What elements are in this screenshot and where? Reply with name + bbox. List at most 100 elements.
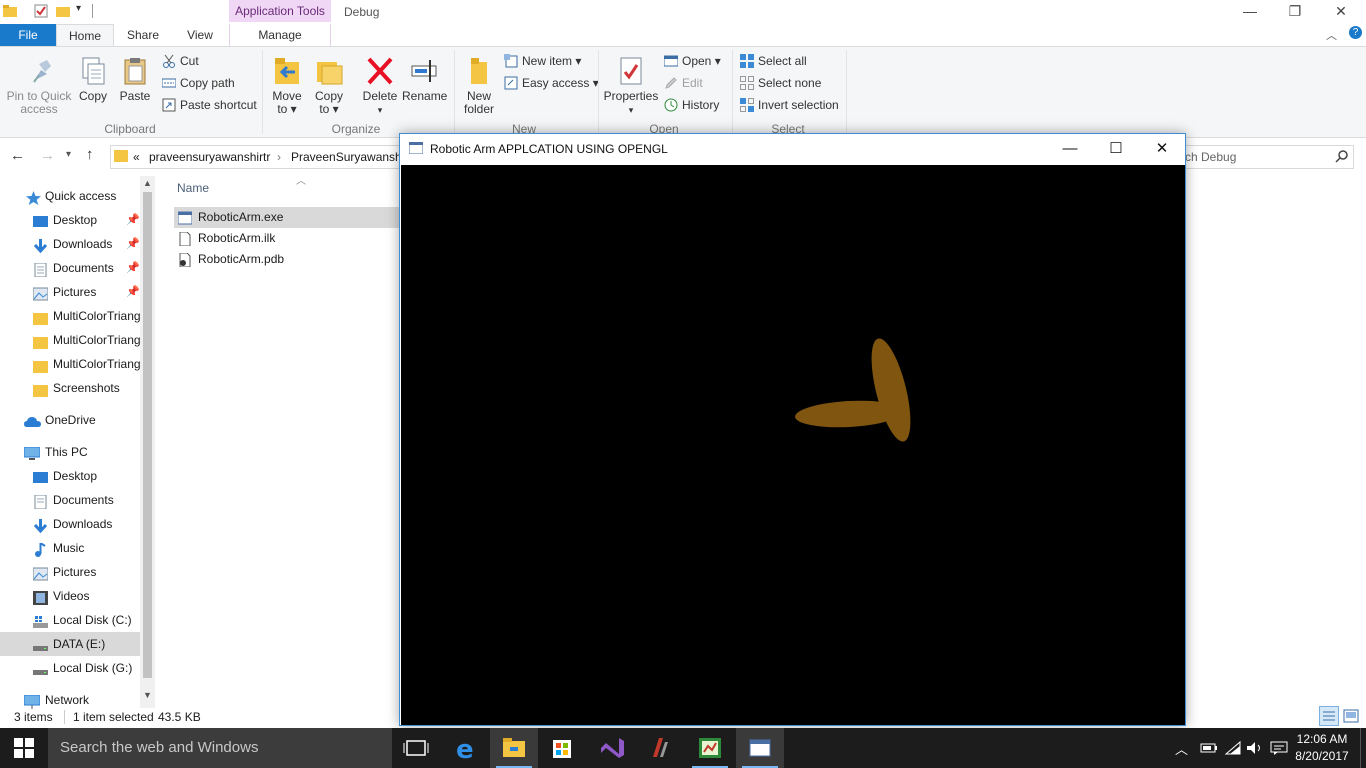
new-item-button[interactable]: New item ▾ [504, 52, 581, 72]
copy-button[interactable]: Copy [76, 56, 110, 103]
history-button[interactable]: History [664, 96, 719, 116]
tab-home[interactable]: Home [56, 24, 114, 46]
nav-pc-downloads[interactable]: Downloads [0, 512, 140, 536]
file-row[interactable]: RoboticArm.ilk [174, 228, 399, 249]
cut-button[interactable]: Cut [162, 52, 199, 72]
new-folder-icon[interactable] [56, 4, 70, 18]
app-maximize-icon[interactable]: ☐ [1093, 134, 1139, 164]
nav-network[interactable]: Network [0, 688, 140, 712]
search-box[interactable]: ch Debug [1176, 145, 1354, 169]
battery-icon[interactable] [1200, 740, 1218, 759]
new-folder-button[interactable]: New folder [458, 56, 500, 116]
nav-pc-pictures[interactable]: Pictures [0, 560, 140, 584]
properties-label: Properties [603, 89, 659, 103]
scroll-up-icon[interactable]: ▲ [143, 178, 152, 188]
nav-pc-local-disk-c[interactable]: Local Disk (C:) [0, 608, 140, 632]
volume-icon[interactable] [1246, 740, 1264, 759]
nav-qa-documents[interactable]: Documents 📌 [0, 256, 140, 280]
nav-qa-folder[interactable]: MultiColorTriang [0, 304, 140, 328]
nav-pc-data-e[interactable]: DATA (E:) [0, 632, 140, 656]
edit-button[interactable]: Edit [664, 74, 703, 94]
media-app-icon[interactable] [636, 728, 684, 768]
restore-icon[interactable]: ❐ [1272, 0, 1318, 22]
delete-button[interactable]: Delete ▾ [360, 56, 400, 117]
windows-start-icon[interactable] [14, 738, 34, 761]
properties-dropdown-icon[interactable]: ▾ [629, 105, 634, 115]
robotic-arm-taskbar-icon[interactable] [736, 728, 784, 768]
customize-qat-icon[interactable]: ▾ [76, 3, 81, 14]
file-row[interactable]: RoboticArm.exe [174, 207, 399, 228]
nav-pc-videos[interactable]: Videos [0, 584, 140, 608]
show-hidden-icons-icon[interactable]: ︿ [1175, 739, 1188, 758]
forward-button[interactable]: → [40, 147, 55, 164]
scroll-down-icon[interactable]: ▼ [143, 690, 152, 700]
tab-manage[interactable]: Manage [229, 24, 331, 46]
nav-qa-pictures[interactable]: Pictures 📌 [0, 280, 140, 304]
copy-to-button[interactable]: Copy to ▾ [310, 56, 348, 116]
select-all-button[interactable]: Select all [740, 52, 807, 72]
nav-label: Downloads [53, 237, 113, 251]
select-none-button[interactable]: Select none [740, 74, 821, 94]
nav-qa-screenshots[interactable]: Screenshots [0, 376, 140, 400]
rename-button[interactable]: Rename [402, 56, 447, 103]
file-row[interactable]: RoboticArm.pdb [174, 249, 399, 270]
back-button[interactable]: ← [10, 147, 25, 164]
column-header-name[interactable]: Name [177, 181, 209, 195]
show-desktop-button[interactable] [1360, 728, 1366, 768]
nav-qa-desktop[interactable]: Desktop 📌 [0, 208, 140, 232]
input-indicator-icon[interactable] [1270, 740, 1288, 759]
pin-to-quick-access-button[interactable]: Pin to Quick access [4, 56, 74, 116]
properties-button[interactable]: Properties ▾ [602, 56, 660, 117]
nav-scrollbar-thumb[interactable] [143, 192, 152, 678]
nav-pc-local-disk-g[interactable]: Local Disk (G:) [0, 656, 140, 680]
nav-pc-desktop[interactable]: Desktop [0, 464, 140, 488]
wifi-icon[interactable] [1224, 740, 1242, 759]
nav-quick-access[interactable]: Quick access [0, 184, 140, 208]
task-view-button[interactable] [392, 728, 440, 768]
file-explorer-taskbar-icon[interactable] [490, 728, 538, 768]
nav-qa-downloads[interactable]: Downloads 📌 [0, 232, 140, 256]
minimize-icon[interactable]: — [1227, 0, 1273, 22]
details-view-button[interactable] [1319, 706, 1339, 726]
recent-locations-icon[interactable]: ▾ [66, 149, 71, 160]
up-button[interactable]: ↑ [86, 146, 94, 163]
copy-path-label: Copy path [180, 76, 235, 90]
collapse-ribbon-icon[interactable]: ︿ [1326, 27, 1337, 43]
address-bar[interactable]: « praveensuryawanshirtr › PraveenSuryawa… [110, 145, 406, 169]
robotic-arm-window[interactable]: Robotic Arm APPLCATION USING OPENGL — ☐ … [399, 133, 1186, 726]
nav-pc-music[interactable]: Music [0, 536, 140, 560]
breadcrumb-project-folder[interactable]: PraveenSuryawanshi [291, 150, 404, 164]
tab-view[interactable]: View [172, 24, 228, 46]
tab-file[interactable]: File [0, 24, 56, 46]
address-overflow[interactable]: « [133, 150, 140, 164]
app-minimize-icon[interactable]: — [1047, 134, 1093, 164]
taskbar-search-box[interactable]: Search the web and Windows [48, 728, 392, 768]
opengl-canvas[interactable] [401, 165, 1185, 725]
delete-dropdown-icon[interactable]: ▾ [378, 105, 383, 115]
paste-shortcut-button[interactable]: Paste shortcut [162, 96, 257, 116]
close-icon[interactable]: ✕ [1318, 0, 1364, 22]
breadcrumb-separator-icon: › [277, 150, 281, 164]
nav-onedrive[interactable]: OneDrive [0, 408, 140, 432]
edge-browser-icon[interactable]: e [442, 728, 490, 768]
nav-qa-folder[interactable]: MultiColorTriang [0, 352, 140, 376]
open-button[interactable]: Open ▾ [663, 52, 721, 72]
nav-pc-documents[interactable]: Documents [0, 488, 140, 512]
tab-share[interactable]: Share [114, 24, 172, 46]
easy-access-button[interactable]: Easy access ▾ [504, 74, 599, 94]
large-icons-view-button[interactable] [1343, 709, 1359, 723]
store-icon[interactable] [538, 728, 586, 768]
breadcrumb-user-folder[interactable]: praveensuryawanshirtr [149, 150, 270, 164]
help-icon[interactable]: ? [1349, 26, 1362, 39]
paste-button[interactable]: Paste [118, 56, 152, 103]
copy-path-button[interactable]: Copy path [161, 74, 235, 94]
properties-icon[interactable] [34, 4, 48, 18]
app-close-icon[interactable]: ✕ [1139, 134, 1185, 164]
invert-selection-button[interactable]: Invert selection [740, 96, 839, 116]
taskbar-clock[interactable]: 12:06 AM 8/20/2017 [1290, 731, 1354, 765]
nav-qa-folder[interactable]: MultiColorTriang [0, 328, 140, 352]
spreadsheet-app-icon[interactable] [686, 728, 734, 768]
move-to-button[interactable]: Move to ▾ [268, 56, 306, 116]
nav-this-pc[interactable]: This PC [0, 440, 140, 464]
visual-studio-icon[interactable] [588, 728, 636, 768]
